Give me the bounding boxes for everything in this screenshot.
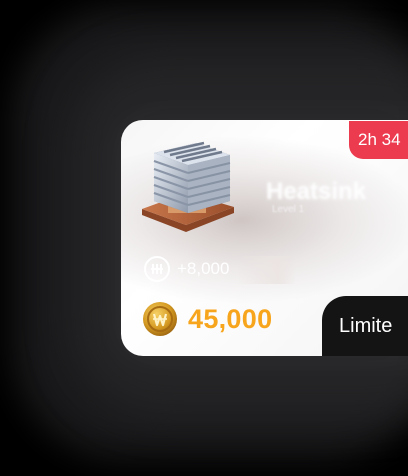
item-subtitle: Level 1 <box>272 204 305 215</box>
bonus-row: +8,000 <box>144 255 229 283</box>
item-title: Heatsink <box>266 178 367 204</box>
bonus-fade <box>236 256 296 284</box>
timer-badge: 2h 34 <box>349 121 408 159</box>
heatsink-icon <box>142 141 234 232</box>
price-row: 45,000 <box>142 299 272 339</box>
screen: 2h 34 Heatsink Level 1 +8,000 45,000 Lim… <box>0 0 408 476</box>
gold-coin-icon <box>143 302 177 336</box>
bonus-value: +8,000 <box>177 259 230 278</box>
hashrate-circle-icon <box>144 256 170 282</box>
price-value: 45,000 <box>188 303 273 334</box>
limited-badge: Limite <box>322 296 408 356</box>
